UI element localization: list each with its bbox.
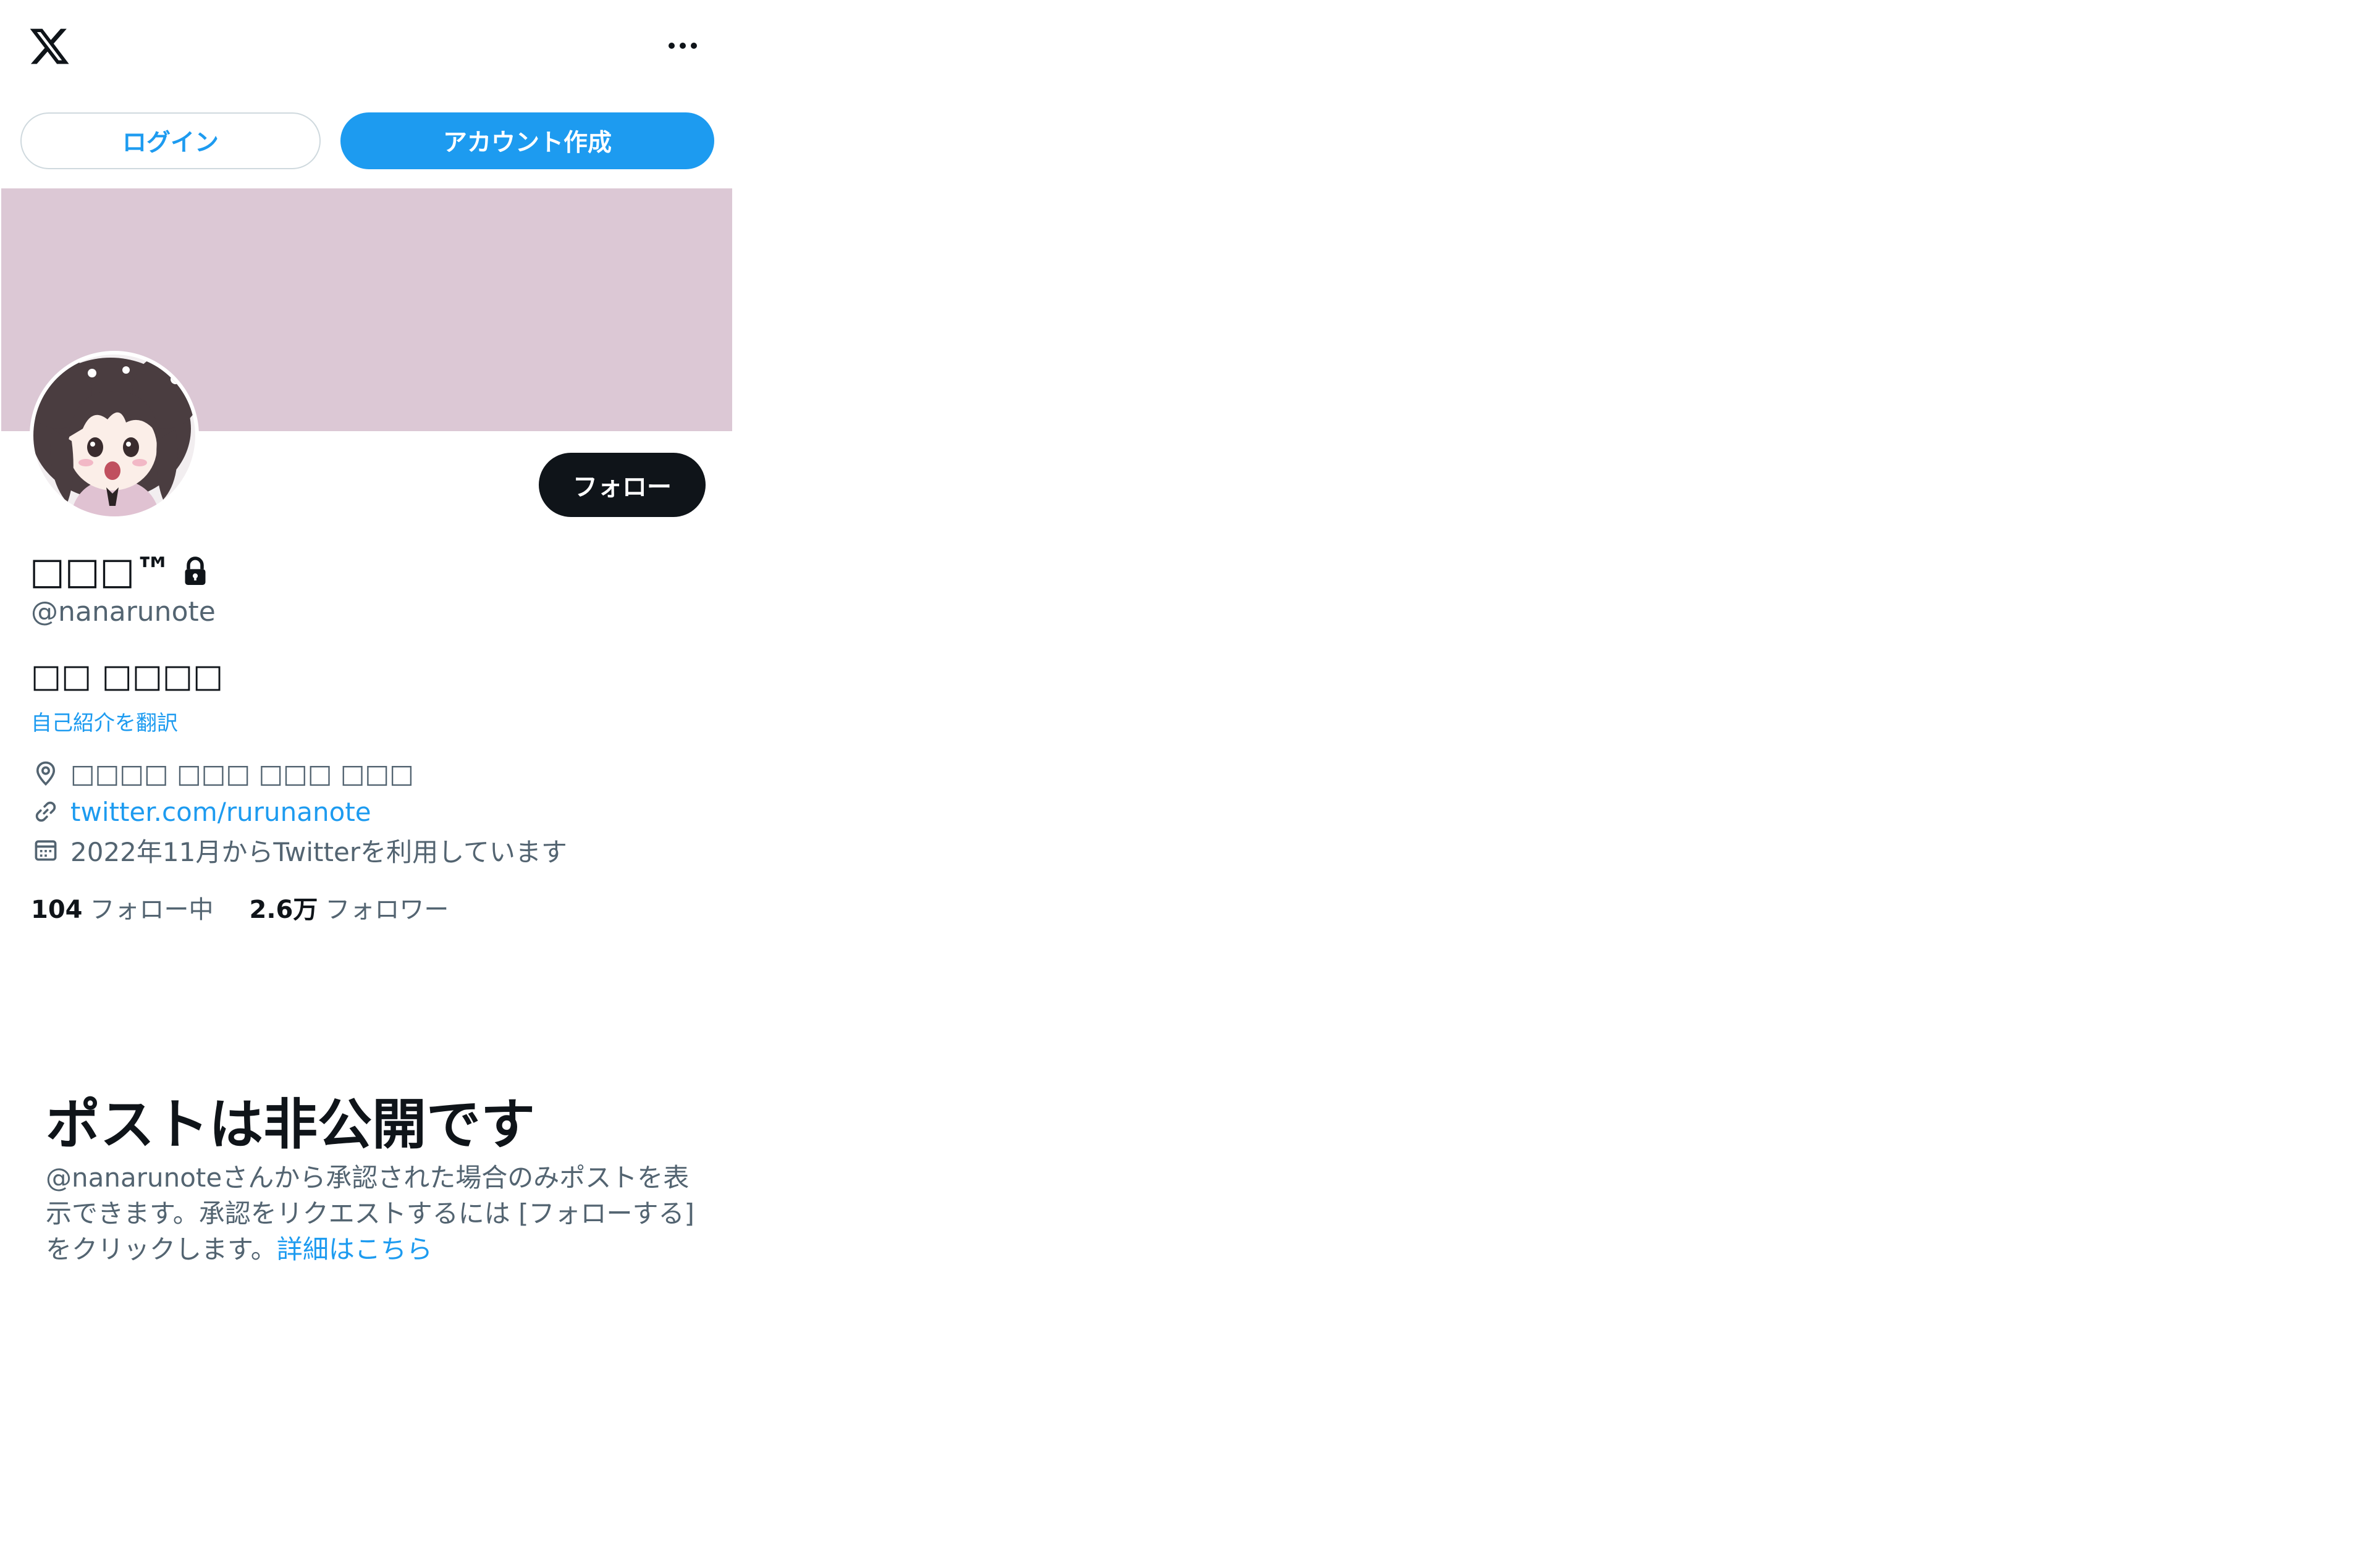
profile-bio: □□ □□□□ — [31, 658, 224, 695]
profile-column: ログイン アカウント作成 フォロー □□□™ @nanarunote □□ □□… — [0, 0, 732, 1564]
followers-count: 2.6万 — [249, 896, 318, 924]
follow-stats: 104 フォロー中 2.6万 フォロワー — [31, 889, 484, 925]
profile-joined-date: 2022年11月からTwitterを利用しています — [70, 836, 567, 867]
protected-posts-message: @nanarunoteさんから承認された場合のみポストを表示できます。承認をリク… — [46, 1160, 701, 1268]
login-button[interactable]: ログイン — [20, 112, 321, 169]
avatar-illustration — [33, 355, 195, 516]
location-row: □□□□ □□□ □□□ □□□ — [32, 757, 414, 790]
link-icon — [35, 801, 56, 822]
top-bar — [0, 0, 732, 93]
protected-posts-title: ポストは非公開です — [46, 1093, 536, 1156]
more-horizontal-icon[interactable] — [667, 38, 698, 53]
following-count: 104 — [31, 896, 83, 924]
profile-location: □□□□ □□□ □□□ □□□ — [70, 758, 414, 789]
learn-more-link[interactable]: 詳細はこちら — [277, 1234, 433, 1264]
avatar[interactable] — [30, 351, 199, 520]
signup-button[interactable]: アカウント作成 — [340, 112, 714, 169]
calendar-icon — [35, 840, 57, 861]
followers-stat[interactable]: 2.6万 フォロワー — [250, 889, 449, 925]
location-pin-icon — [36, 761, 56, 786]
follow-button[interactable]: フォロー — [539, 453, 706, 517]
url-row: twitter.com/rurunanote — [32, 795, 371, 828]
following-stat[interactable]: 104 フォロー中 — [31, 889, 214, 925]
lock-icon — [185, 557, 206, 585]
profile-url-link[interactable]: twitter.com/rurunanote — [70, 797, 371, 827]
translate-bio-link[interactable]: 自己紹介を翻訳 — [31, 706, 178, 736]
display-name: □□□™ — [30, 550, 172, 593]
joined-row: 2022年11月からTwitterを利用しています — [32, 833, 567, 867]
following-label: フォロー中 — [90, 896, 214, 924]
profile-handle: @nanarunote — [31, 596, 216, 628]
x-logo-icon[interactable] — [28, 25, 71, 68]
followers-label: フォロワー — [325, 896, 449, 924]
name-row: □□□™ — [30, 547, 209, 596]
